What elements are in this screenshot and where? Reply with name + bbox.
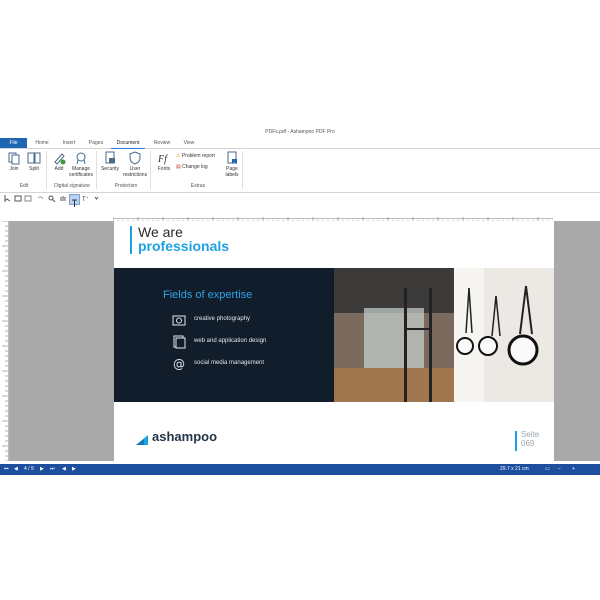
heading-line-2: professionals xyxy=(138,238,230,254)
zoom-in-icon[interactable]: + xyxy=(572,464,575,475)
user-restrictions-button[interactable]: User restrictions xyxy=(122,151,148,178)
certificate-icon xyxy=(76,152,86,165)
seite-number: 069 xyxy=(521,439,535,448)
title-bar: PDFs.pdf - Ashampoo PDF Pro xyxy=(0,127,600,138)
application-window: PDFs.pdf - Ashampoo PDF Pro File Home In… xyxy=(0,127,600,476)
tab-insert[interactable]: Insert xyxy=(57,138,81,148)
page-indicator[interactable]: 4 / 9 xyxy=(24,464,34,475)
tab-pages[interactable]: Pages xyxy=(85,138,107,148)
certificates-label: certificates xyxy=(69,172,93,178)
security-button[interactable]: Security xyxy=(99,151,121,172)
page-label-icon xyxy=(227,151,237,164)
pen-plus-icon xyxy=(54,153,66,165)
previous-page-icon[interactable]: ◀ xyxy=(14,464,18,475)
shield-icon xyxy=(129,151,141,165)
open-icon[interactable] xyxy=(14,195,22,202)
group-label-digital-signature: Digital signature xyxy=(54,183,90,189)
restrictions-label: restrictions xyxy=(122,172,148,178)
heading-accent-bar xyxy=(130,226,132,254)
join-icon xyxy=(8,152,20,165)
window-title: PDFs.pdf - Ashampoo PDF Pro xyxy=(265,129,335,135)
manage-certificates-button[interactable]: Manage certificates xyxy=(68,151,94,178)
zoom-out-icon[interactable]: − xyxy=(558,464,561,475)
magnify-icon[interactable] xyxy=(48,195,56,202)
page-labels-button[interactable]: Page labels xyxy=(221,151,243,178)
quick-toolbar: T + xyxy=(0,193,600,207)
svg-text:+: + xyxy=(86,195,89,200)
add-text-icon[interactable]: T + xyxy=(82,195,90,202)
seite-accent-bar xyxy=(515,431,517,451)
text-tool-button[interactable] xyxy=(69,194,80,207)
ribbon: Join Split Edit Add Manage certificates … xyxy=(0,149,600,193)
field-label: web and application design xyxy=(194,338,267,344)
labels-label: labels xyxy=(225,172,239,178)
office-photo xyxy=(334,268,554,402)
add-signature-button[interactable]: Add xyxy=(48,151,70,172)
undo-icon[interactable] xyxy=(36,195,44,202)
ashampoo-logo: ashampoo xyxy=(134,429,217,452)
pointer-icon[interactable] xyxy=(4,195,12,202)
security-label: Security xyxy=(100,166,120,172)
tab-home[interactable]: Home xyxy=(31,138,53,148)
warning-icon: ⚠ xyxy=(176,153,181,159)
tab-file[interactable]: File xyxy=(0,138,27,148)
fields-title: Fields of expertise xyxy=(163,289,253,301)
svg-text:@: @ xyxy=(173,357,185,371)
page-size-readout: 29.7 x 21 cm xyxy=(500,466,529,472)
last-page-icon[interactable]: ⏭ xyxy=(50,464,55,475)
first-page-icon[interactable]: ⏮ xyxy=(4,464,9,475)
group-separator xyxy=(150,151,151,189)
text-cursor-icon xyxy=(72,199,77,207)
group-separator xyxy=(242,151,243,189)
forward-icon[interactable]: ▶ xyxy=(72,464,76,475)
page-number-block: Seite 069 xyxy=(521,430,539,448)
group-label-extras: Extras xyxy=(190,183,206,189)
add-label: Add xyxy=(54,166,64,172)
change-log-label: Change log xyxy=(182,164,208,170)
vertical-ruler-ticks xyxy=(2,220,8,462)
hand-icon[interactable] xyxy=(59,195,67,202)
ashampoo-logo-mark xyxy=(136,435,148,445)
fonts-label: Fonts xyxy=(157,166,171,172)
tab-view[interactable]: View xyxy=(178,138,200,148)
seite-label: Seite xyxy=(521,430,540,439)
group-label-protection: Protection xyxy=(114,183,138,189)
document-canvas[interactable]: We are professionals Fields of expertise… xyxy=(9,221,600,461)
problem-report-button[interactable]: ⚠ Problem report xyxy=(176,152,215,160)
pdf-page[interactable]: We are professionals Fields of expertise… xyxy=(114,221,554,461)
split-button[interactable]: Split xyxy=(23,151,45,172)
chevron-down-icon[interactable] xyxy=(94,195,99,202)
pages-icon xyxy=(173,335,186,349)
logo-text: ashampoo xyxy=(152,429,218,444)
group-separator xyxy=(96,151,97,189)
split-icon xyxy=(27,152,41,164)
join-label: Join xyxy=(9,166,19,172)
log-icon: ▤ xyxy=(176,164,181,170)
fonts-icon: Ff xyxy=(157,154,168,165)
join-button[interactable]: Join xyxy=(3,151,25,172)
at-sign-icon: @ xyxy=(173,357,185,371)
vertical-ruler xyxy=(0,220,9,462)
tab-review[interactable]: Review xyxy=(150,138,174,148)
field-label: creative photography xyxy=(194,316,251,322)
problem-report-label: Problem report xyxy=(181,153,215,159)
view-mode-icon[interactable]: ▭ xyxy=(545,464,550,475)
tab-document[interactable]: Document xyxy=(111,138,145,149)
status-bar: ⏮ ◀ 4 / 9 ▶ ⏭ ◀ ▶ 29.7 x 21 cm ▭ − + xyxy=(0,464,600,475)
save-icon[interactable] xyxy=(24,195,32,202)
group-separator xyxy=(46,151,47,189)
horizontal-ruler xyxy=(112,210,554,223)
office-clocks-image xyxy=(334,268,554,402)
fonts-button[interactable]: Ff Fonts xyxy=(153,151,175,172)
split-label: Split xyxy=(29,166,39,172)
back-icon[interactable]: ◀ xyxy=(62,464,66,475)
camera-icon xyxy=(172,315,186,326)
next-page-icon[interactable]: ▶ xyxy=(40,464,44,475)
svg-text:Ff: Ff xyxy=(157,154,168,165)
ribbon-tabs: File Home Insert Pages Document Review V… xyxy=(0,138,600,149)
lock-document-icon xyxy=(105,151,115,164)
change-log-button[interactable]: ▤ Change log xyxy=(176,163,208,171)
field-label: social media management xyxy=(194,360,265,366)
group-label-edit: Edit xyxy=(19,183,29,189)
